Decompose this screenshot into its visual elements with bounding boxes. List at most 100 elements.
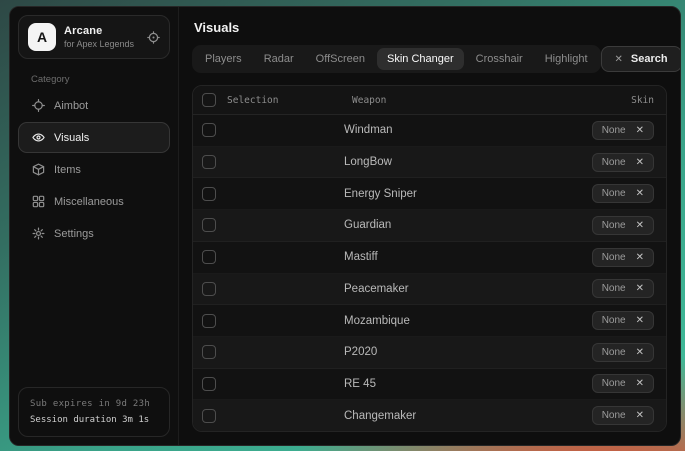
skin-chip-label: None: [602, 220, 626, 231]
table-header-row: Selection Weapon Skin: [193, 86, 666, 115]
weapon-name: P2020: [344, 346, 592, 358]
weapon-name: LongBow: [344, 156, 592, 168]
remove-skin-icon[interactable]: ✕: [636, 220, 644, 231]
sidebar-item-label: Visuals: [54, 132, 89, 144]
sidebar-item-label: Aimbot: [54, 100, 88, 112]
app-header-card: A Arcane for Apex Legends: [18, 15, 170, 59]
table-row: Changemaker None ✕: [193, 400, 666, 431]
sub-expiry-text: Sub expires in 9d 23h: [30, 396, 158, 412]
skin-chip[interactable]: None ✕: [592, 311, 654, 330]
skin-chip-label: None: [602, 125, 626, 136]
skin-column-header: Skin: [631, 95, 654, 106]
sidebar-item-settings[interactable]: Settings: [18, 218, 170, 249]
row-checkbox[interactable]: [202, 345, 216, 359]
row-checkbox[interactable]: [202, 187, 216, 201]
subscription-info-card: Sub expires in 9d 23h Session duration 3…: [18, 387, 170, 437]
table-row: Mozambique None ✕: [193, 305, 666, 337]
app-title-block: Arcane for Apex Legends: [64, 25, 134, 49]
weapon-name: Changemaker: [344, 410, 592, 422]
gear-icon: [32, 227, 45, 240]
sidebar-nav: Aimbot Visuals Items Miscellaneous Setti…: [10, 90, 178, 250]
skin-chip-label: None: [602, 378, 626, 389]
remove-skin-icon[interactable]: ✕: [636, 347, 644, 358]
skin-chip[interactable]: None ✕: [592, 216, 654, 235]
table-row: Energy Sniper None ✕: [193, 178, 666, 210]
selection-column-header: Selection: [227, 95, 278, 106]
skin-chip[interactable]: None ✕: [592, 248, 654, 267]
page-title: Visuals: [192, 7, 667, 44]
remove-skin-icon[interactable]: ✕: [636, 188, 644, 199]
sidebar-item-label: Settings: [54, 228, 94, 240]
tab-skin-changer[interactable]: Skin Changer: [377, 48, 464, 70]
weapon-name: Peacemaker: [344, 283, 592, 295]
category-section-label: Category: [31, 74, 178, 85]
table-row: P2020 None ✕: [193, 337, 666, 369]
skin-chip[interactable]: None ✕: [592, 279, 654, 298]
remove-skin-icon[interactable]: ✕: [636, 125, 644, 136]
app-name: Arcane: [64, 25, 134, 37]
tab-group: PlayersRadarOffScreenSkin ChangerCrossha…: [192, 45, 601, 73]
grid-icon: [32, 195, 45, 208]
skin-chip[interactable]: None ✕: [592, 343, 654, 362]
row-checkbox[interactable]: [202, 409, 216, 423]
skin-chip-label: None: [602, 283, 626, 294]
skin-chip[interactable]: None ✕: [592, 406, 654, 425]
target-icon[interactable]: [147, 31, 160, 44]
skin-changer-table: Selection Weapon Skin Windman None ✕ Lon…: [192, 85, 667, 432]
remove-skin-icon[interactable]: ✕: [636, 378, 644, 389]
skin-chip-label: None: [602, 188, 626, 199]
eye-icon: [32, 131, 45, 144]
select-all-checkbox[interactable]: [202, 93, 216, 107]
tab-radar[interactable]: Radar: [254, 48, 304, 70]
row-checkbox[interactable]: [202, 250, 216, 264]
table-row: Windman None ✕: [193, 115, 666, 147]
skin-chip-label: None: [602, 347, 626, 358]
table-row: Guardian None ✕: [193, 210, 666, 242]
app-subtitle: for Apex Legends: [64, 39, 134, 49]
remove-skin-icon[interactable]: ✕: [636, 315, 644, 326]
row-checkbox[interactable]: [202, 282, 216, 296]
tab-offscreen[interactable]: OffScreen: [306, 48, 375, 70]
sidebar-item-miscellaneous[interactable]: Miscellaneous: [18, 186, 170, 217]
skin-chip[interactable]: None ✕: [592, 184, 654, 203]
tab-crosshair[interactable]: Crosshair: [466, 48, 533, 70]
skin-chip-label: None: [602, 315, 626, 326]
crosshair-icon: [32, 99, 45, 112]
skin-chip[interactable]: None ✕: [592, 121, 654, 140]
table-row: LongBow None ✕: [193, 147, 666, 179]
remove-skin-icon[interactable]: ✕: [636, 283, 644, 294]
sidebar-item-aimbot[interactable]: Aimbot: [18, 90, 170, 121]
sidebar-item-label: Items: [54, 164, 81, 176]
sidebar-item-items[interactable]: Items: [18, 154, 170, 185]
remove-skin-icon[interactable]: ✕: [636, 410, 644, 421]
search-button[interactable]: ✕ Search: [601, 46, 681, 72]
weapon-name: Guardian: [344, 219, 592, 231]
row-checkbox[interactable]: [202, 155, 216, 169]
desktop-background: A Arcane for Apex Legends Category Aimbo…: [0, 0, 685, 451]
sidebar-item-label: Miscellaneous: [54, 196, 124, 208]
sidebar: A Arcane for Apex Legends Category Aimbo…: [10, 7, 179, 445]
box-icon: [32, 163, 45, 176]
weapon-name: RE 45: [344, 378, 592, 390]
table-row: RE 45 None ✕: [193, 369, 666, 401]
search-button-label: Search: [631, 53, 668, 65]
weapon-name: Windman: [344, 124, 592, 136]
weapon-name: Energy Sniper: [344, 188, 592, 200]
remove-skin-icon[interactable]: ✕: [636, 252, 644, 263]
tab-highlight[interactable]: Highlight: [535, 48, 598, 70]
row-checkbox[interactable]: [202, 314, 216, 328]
app-window: A Arcane for Apex Legends Category Aimbo…: [9, 6, 681, 446]
row-checkbox[interactable]: [202, 123, 216, 137]
skin-chip-label: None: [602, 410, 626, 421]
skin-chip[interactable]: None ✕: [592, 153, 654, 172]
row-checkbox[interactable]: [202, 377, 216, 391]
sidebar-item-visuals[interactable]: Visuals: [18, 122, 170, 153]
x-icon: ✕: [615, 54, 623, 65]
remove-skin-icon[interactable]: ✕: [636, 157, 644, 168]
table-row: Mastiff None ✕: [193, 242, 666, 274]
skin-chip[interactable]: None ✕: [592, 374, 654, 393]
weapon-name: Mastiff: [344, 251, 592, 263]
tab-players[interactable]: Players: [195, 48, 252, 70]
row-checkbox[interactable]: [202, 218, 216, 232]
tab-bar: PlayersRadarOffScreenSkin ChangerCrossha…: [192, 45, 667, 73]
